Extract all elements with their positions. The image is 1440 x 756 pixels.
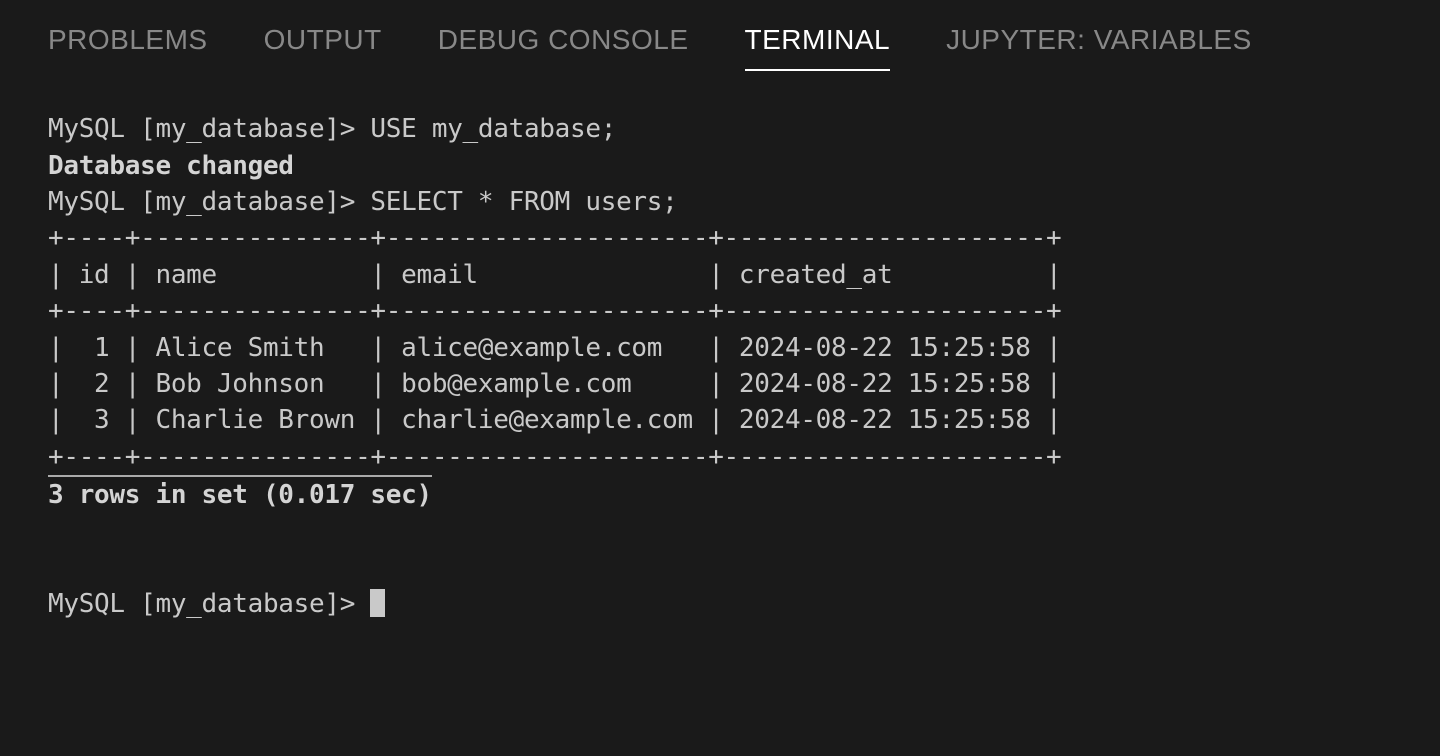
prompt-text: MySQL [my_database]> (48, 589, 370, 619)
table-row: | 3 | Charlie Brown | charlie@example.co… (48, 405, 1061, 435)
table-row: | 1 | Alice Smith | alice@example.com | … (48, 333, 1061, 363)
query-summary: 3 rows in set (0.017 sec) (48, 475, 432, 513)
prompt-text: MySQL [my_database]> (48, 187, 370, 217)
table-row: | 2 | Bob Johnson | bob@example.com | 20… (48, 369, 1061, 399)
terminal-output[interactable]: MySQL [my_database]> USE my_database; Da… (0, 83, 1440, 650)
panel-tabs: PROBLEMS OUTPUT DEBUG CONSOLE TERMINAL J… (0, 0, 1440, 83)
tab-problems[interactable]: PROBLEMS (48, 20, 208, 71)
tab-jupyter-variables[interactable]: JUPYTER: VARIABLES (946, 20, 1252, 71)
sql-prompt-cursor: MySQL [my_database]> (48, 589, 385, 619)
tab-output[interactable]: OUTPUT (264, 20, 382, 71)
table-header-row: | id | name | email | created_at | (48, 260, 1061, 290)
table-border-mid: +----+---------------+------------------… (48, 296, 1061, 326)
sql-prompt: MySQL [my_database]> USE my_database; (48, 114, 616, 144)
tab-terminal[interactable]: TERMINAL (745, 20, 891, 71)
cursor-icon (370, 589, 385, 617)
sql-prompt: MySQL [my_database]> SELECT * FROM users… (48, 187, 678, 217)
table-border-top: +----+---------------+------------------… (48, 223, 1061, 253)
command-use-db: USE my_database; (370, 114, 616, 144)
command-select: SELECT * FROM users; (370, 187, 677, 217)
prompt-text: MySQL [my_database]> (48, 114, 370, 144)
db-changed-msg: Database changed (48, 151, 294, 181)
table-border-bottom: +----+---------------+------------------… (48, 442, 1061, 472)
tab-debug-console[interactable]: DEBUG CONSOLE (438, 20, 689, 71)
